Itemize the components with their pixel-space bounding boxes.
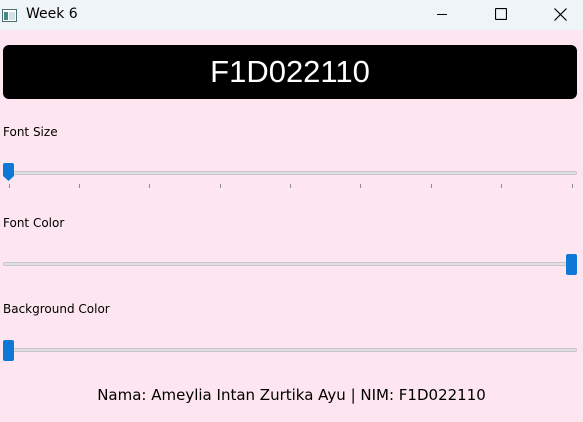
minimize-icon [436,8,448,20]
maximize-icon [495,8,507,20]
font-size-slider[interactable] [3,161,577,185]
maximize-button[interactable] [472,0,530,28]
font-size-label: Font Size [3,125,58,139]
font-size-slider-tick [501,184,502,188]
font-size-slider-tick [79,184,80,188]
app-window: Week 6 F1D022110 Font Size Font Color Ba… [0,0,583,422]
font-color-slider-track[interactable] [3,262,577,266]
font-size-slider-handle[interactable] [3,163,14,181]
display-text: F1D022110 [210,54,370,89]
background-color-slider[interactable] [3,338,577,362]
font-size-slider-tick [572,184,573,188]
display-label-box: F1D022110 [3,45,577,99]
font-color-slider-handle[interactable] [566,254,577,275]
background-color-slider-track[interactable] [3,348,577,352]
background-color-slider-handle[interactable] [3,340,14,361]
font-size-slider-tick [290,184,291,188]
font-size-slider-tick [149,184,150,188]
font-size-slider-track[interactable] [3,171,577,175]
font-color-label: Font Color [3,216,65,230]
font-color-slider[interactable] [3,252,577,276]
font-size-slider-tick [9,184,10,188]
font-size-slider-tick [220,184,221,188]
font-size-slider-ticks [0,184,583,189]
close-button[interactable] [531,0,583,28]
window-title: Week 6 [26,6,78,22]
student-info-text: Nama: Ameylia Intan Zurtika Ayu | NIM: F… [97,386,486,404]
minimize-button[interactable] [413,0,471,28]
font-size-slider-tick [431,184,432,188]
font-size-slider-tick [360,184,361,188]
background-color-label: Background Color [3,302,110,316]
close-icon [553,7,567,21]
app-window-icon [2,7,17,22]
title-bar[interactable]: Week 6 [0,0,583,30]
